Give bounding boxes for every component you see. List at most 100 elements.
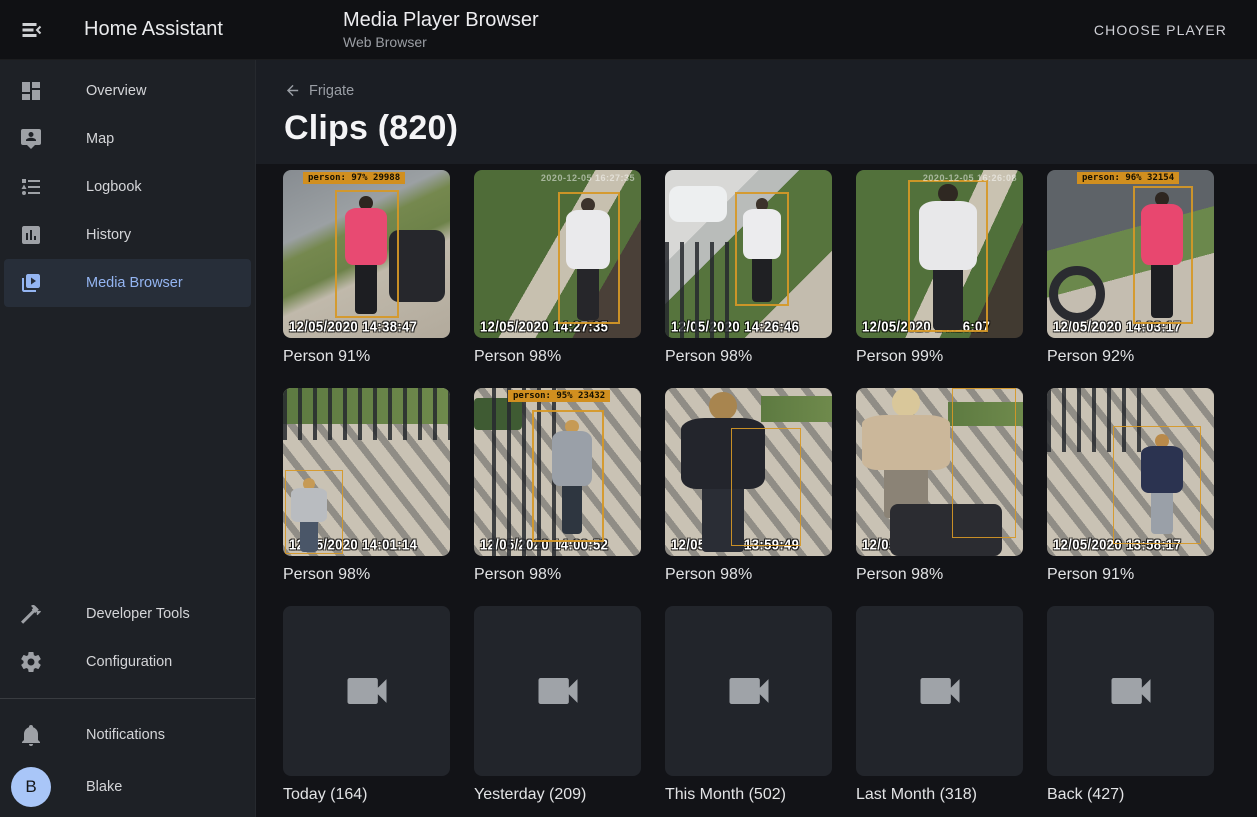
clip-label: Person 92% <box>1047 348 1214 366</box>
detection-bbox <box>735 192 789 306</box>
sidebar-item-media-browser[interactable]: Media Browser <box>4 259 251 307</box>
sidebar-item-logbook[interactable]: Logbook <box>4 163 251 211</box>
bell-icon <box>19 723 43 747</box>
clip-thumbnail: person: 95% 23432 12/05/2020 14:00:52 <box>474 388 641 556</box>
grass-shape <box>761 396 832 422</box>
detection-bbox <box>952 388 1016 538</box>
detection-bbox <box>285 470 343 554</box>
bar-chart-icon <box>19 223 43 247</box>
clip-label: Person 98% <box>283 566 450 584</box>
sidebar-item-history[interactable]: History <box>4 211 251 259</box>
fence-shape <box>665 242 737 338</box>
home-assistant-app: Home Assistant Media Player Browser Web … <box>0 0 1257 817</box>
detection-bbox <box>335 190 399 318</box>
gear-icon <box>19 650 43 674</box>
clip-card[interactable]: 12/05/2020 13:59:49 Person 98% <box>665 388 832 584</box>
sidebar-item-label: Media Browser <box>86 275 183 291</box>
clip-label: Person 98% <box>856 566 1023 584</box>
sidebar-item-configuration[interactable]: Configuration <box>4 638 251 686</box>
arrow-left-icon <box>284 82 301 99</box>
top-app-bar: Home Assistant Media Player Browser Web … <box>0 0 1257 60</box>
sidebar-item-label: Configuration <box>86 654 172 670</box>
detection-bbox <box>731 428 801 546</box>
breadcrumb-back-frigate[interactable]: Frigate <box>284 82 354 99</box>
video-camera-icon <box>723 665 775 717</box>
clip-thumbnail: 2020-12-05 16:27:35 12/05/2020 14:27:35 <box>474 170 641 338</box>
clip-card[interactable]: 12/05/2020 14:01:14 Person 98% <box>283 388 450 584</box>
clip-card[interactable]: 2020-12-05 16:26:08 12/05/2020 14:26:07 … <box>856 170 1023 366</box>
clip-label: Person 98% <box>474 566 641 584</box>
folder-thumbnail <box>665 606 832 776</box>
sidebar-item-label: Logbook <box>86 179 142 195</box>
clip-thumbnail: 12/05/2020 13:58:30 <box>856 388 1023 556</box>
clip-label: Person 98% <box>665 566 832 584</box>
clip-thumbnail: person: 97% 29988 12/05/2020 14:38:47 <box>283 170 450 338</box>
sidebar-item-label: Map <box>86 131 114 147</box>
clip-card[interactable]: 2020-12-05 16:27:35 12/05/2020 14:27:35 … <box>474 170 641 366</box>
sidebar-item-label: History <box>86 227 131 243</box>
list-icon <box>19 175 43 199</box>
user-name-label: Blake <box>86 779 122 795</box>
sidebar-item-label: Overview <box>86 83 146 99</box>
clip-label: Person 91% <box>283 348 450 366</box>
clip-thumbnail: 12/05/2020 13:58:17 <box>1047 388 1214 556</box>
dashboard-icon <box>19 79 43 103</box>
clip-label: Person 98% <box>474 348 641 366</box>
folder-label: Last Month (318) <box>856 786 1023 804</box>
detection-bbox <box>1113 426 1201 544</box>
main-content: Frigate Clips (820) person: 97% 29988 12… <box>256 60 1257 817</box>
video-camera-icon <box>341 665 393 717</box>
page-heading: Clips (820) <box>284 109 1257 148</box>
camera-overlay-timestamp: 2020-12-05 16:27:35 <box>541 173 635 183</box>
video-camera-icon <box>532 665 584 717</box>
clip-thumbnail: 12/05/2020 13:59:49 <box>665 388 832 556</box>
folder-card-back[interactable]: Back (427) <box>1047 606 1214 804</box>
media-grid: person: 97% 29988 12/05/2020 14:38:47 Pe… <box>283 170 1257 804</box>
detection-bbox <box>908 180 988 332</box>
folder-label: Back (427) <box>1047 786 1214 804</box>
folder-label: This Month (502) <box>665 786 832 804</box>
app-title: Home Assistant <box>84 18 223 41</box>
detection-bbox <box>1133 186 1193 324</box>
detection-label: person: 95% 23432 <box>508 390 610 402</box>
page-subtitle: Web Browser <box>343 33 539 51</box>
sidebar-item-notifications[interactable]: Notifications <box>4 711 251 759</box>
folder-card-this-month[interactable]: This Month (502) <box>665 606 832 804</box>
folder-card-today[interactable]: Today (164) <box>283 606 450 804</box>
topbar-left: Home Assistant <box>0 6 256 54</box>
video-camera-icon <box>1105 665 1157 717</box>
sidebar-item-label: Developer Tools <box>86 606 190 622</box>
folder-card-yesterday[interactable]: Yesterday (209) <box>474 606 641 804</box>
clip-card[interactable]: person: 97% 29988 12/05/2020 14:38:47 Pe… <box>283 170 450 366</box>
clip-card[interactable]: person: 96% 32154 12/05/2020 14:03:17 Pe… <box>1047 170 1214 366</box>
railing-shape <box>283 388 450 440</box>
person-figure <box>858 388 954 518</box>
clip-label: Person 98% <box>665 348 832 366</box>
folder-thumbnail <box>856 606 1023 776</box>
sidebar-item-map[interactable]: Map <box>4 115 251 163</box>
sidebar-item-overview[interactable]: Overview <box>4 67 251 115</box>
stroller-wheel-shape <box>1049 266 1105 322</box>
detection-label: person: 97% 29988 <box>303 172 405 184</box>
clip-card[interactable]: person: 95% 23432 12/05/2020 14:00:52 Pe… <box>474 388 641 584</box>
content-header: Frigate Clips (820) <box>256 60 1257 164</box>
sidebar-user-profile[interactable]: B Blake <box>4 759 251 815</box>
sidebar-item-label: Notifications <box>86 727 165 743</box>
sidebar-toggle-button[interactable] <box>8 6 56 54</box>
menu-collapse-icon <box>20 18 44 42</box>
play-box-multiple-icon <box>19 271 43 295</box>
choose-player-button[interactable]: CHOOSE PLAYER <box>1084 14 1237 46</box>
camera-overlay-timestamp: 2020-12-05 16:26:08 <box>923 173 1017 183</box>
breadcrumb-label: Frigate <box>309 83 354 99</box>
clip-card[interactable]: 12/05/2020 13:58:30 Person 98% <box>856 388 1023 584</box>
folder-card-last-month[interactable]: Last Month (318) <box>856 606 1023 804</box>
clip-card[interactable]: 12/05/2020 14:26:46 Person 98% <box>665 170 832 366</box>
video-camera-icon <box>914 665 966 717</box>
sidebar-item-developer-tools[interactable]: Developer Tools <box>4 590 251 638</box>
clip-thumbnail: 12/05/2020 14:01:14 <box>283 388 450 556</box>
detection-bbox <box>558 192 620 324</box>
page-title-block: Media Player Browser Web Browser <box>343 8 539 51</box>
tooltip-account-icon <box>19 127 43 151</box>
clip-card[interactable]: 12/05/2020 13:58:17 Person 91% <box>1047 388 1214 584</box>
folder-label: Yesterday (209) <box>474 786 641 804</box>
